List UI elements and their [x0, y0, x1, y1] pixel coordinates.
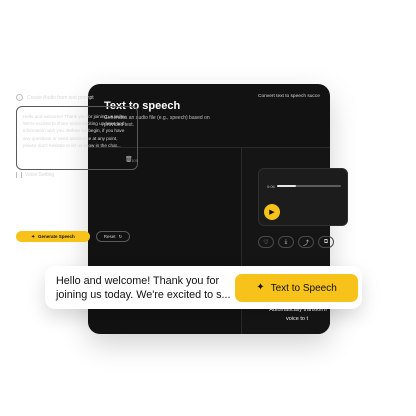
- overlay-text: Hello and welcome! Thank you for joining…: [56, 275, 231, 301]
- player-actions: ♡ ⤓ ⤴ ⧉: [258, 236, 334, 248]
- player-time: 0:06: [267, 184, 275, 189]
- step-heading: 1 Create Audio from text prompt: [16, 94, 94, 101]
- voice-setting-heading: Voice Setting: [16, 172, 54, 178]
- step-label: Create Audio from text prompt: [27, 94, 94, 101]
- prompt-text: Hello and welcome! Thank you for joining…: [23, 114, 127, 148]
- audio-player: 0:06 ▶: [258, 168, 348, 226]
- text-to-speech-button[interactable]: ✦ Text to Speech: [235, 274, 358, 302]
- step-number: 1: [16, 94, 23, 101]
- generate-speech-button[interactable]: ✦ Generate Speech: [16, 231, 90, 242]
- sparkle-icon: ✦: [31, 233, 35, 239]
- copy-icon[interactable]: ⧉: [318, 236, 334, 248]
- result-title: Convert text to speech succe: [258, 94, 320, 99]
- reset-button[interactable]: Reset ↻: [96, 231, 130, 242]
- reset-label: Reset: [103, 234, 116, 239]
- voice-setting-label: Voice Setting: [25, 172, 55, 178]
- player-progress-fill: [277, 185, 297, 187]
- reset-icon: ↻: [118, 233, 123, 239]
- text-to-speech-label: Text to Speech: [270, 282, 337, 294]
- overlay-bar: Hello and welcome! Thank you for joining…: [45, 266, 362, 309]
- player-progress-track[interactable]: [277, 185, 341, 187]
- settings-icon: [16, 172, 22, 178]
- share-icon[interactable]: ⤴: [298, 236, 314, 248]
- sparkle-icon: ✦: [256, 282, 265, 293]
- download-icon[interactable]: ⤓: [278, 236, 294, 248]
- play-icon[interactable]: ▶: [264, 204, 280, 220]
- generate-speech-label: Generate Speech: [38, 234, 75, 239]
- char-count: 90/100: [125, 158, 138, 163]
- heart-icon[interactable]: ♡: [258, 236, 274, 248]
